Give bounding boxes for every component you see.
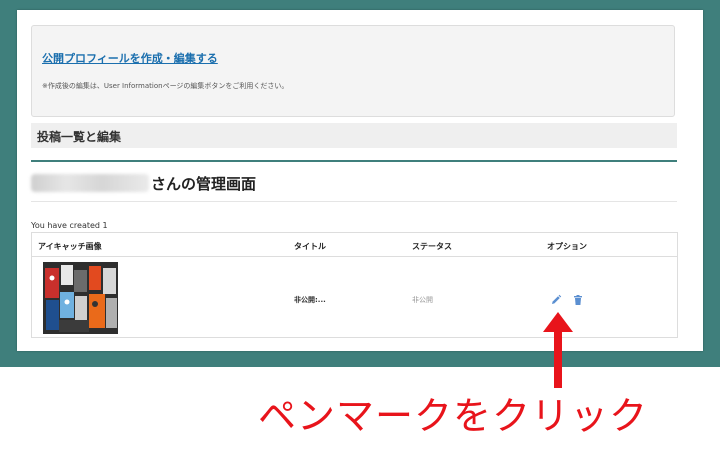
section-title: 投稿一覧と編集 [37, 130, 122, 144]
pencil-icon[interactable] [550, 291, 562, 304]
divider [31, 160, 677, 162]
page-title-text: さんの管理画面 [151, 174, 257, 193]
table-header: アイキャッチ画像 タイトル ステータス オプション [32, 233, 677, 257]
column-header-options: オプション [547, 242, 587, 251]
posts-table: アイキャッチ画像 タイトル ステータス オプション 非公開:... 非公開 [31, 232, 678, 338]
post-status: 非公開 [412, 296, 433, 304]
profile-note: ※作成後の編集は、User Informationページの編集ボタンをご利用くだ… [42, 82, 289, 90]
create-profile-link[interactable]: 公開プロフィールを作成・編集する [42, 50, 218, 66]
column-header-featured-image: アイキャッチ画像 [38, 242, 102, 251]
column-header-title: タイトル [294, 242, 326, 251]
trash-icon[interactable] [572, 291, 584, 305]
blurred-username [31, 174, 149, 192]
post-title[interactable]: 非公開:... [294, 295, 326, 305]
post-thumbnail[interactable] [43, 262, 118, 334]
created-count: You have created 1 [31, 221, 108, 230]
page-title: さんの管理画面 [31, 172, 256, 194]
thumbnail-image [43, 262, 118, 334]
admin-page: 公開プロフィールを作成・編集する ※作成後の編集は、User Informati… [17, 10, 703, 351]
section-header: 投稿一覧と編集 [31, 123, 677, 148]
divider [31, 201, 677, 202]
red-arrow-icon [543, 312, 573, 388]
column-header-status: ステータス [412, 242, 452, 251]
profile-box: 公開プロフィールを作成・編集する ※作成後の編集は、User Informati… [31, 25, 675, 117]
table-row: 非公開:... 非公開 [32, 257, 677, 337]
annotation-caption: ペンマークをクリック [258, 394, 649, 438]
